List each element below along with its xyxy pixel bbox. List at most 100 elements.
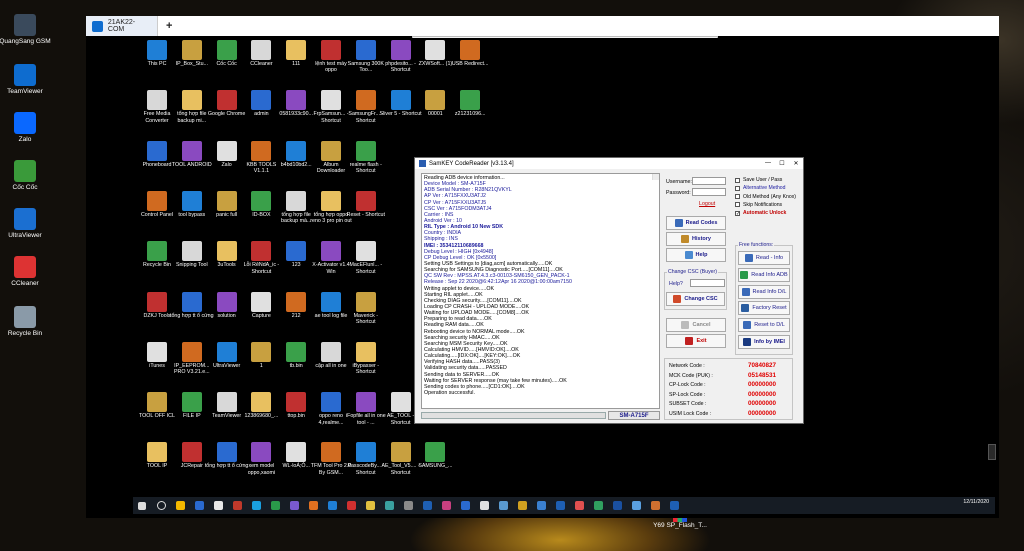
checkbox-old-method-any-knox[interactable]: Old Method (Any Knox) — [735, 194, 796, 200]
logout-link[interactable]: Logout — [699, 201, 715, 207]
code-value[interactable]: 70840827 — [748, 362, 776, 369]
code-label: USIM Lock Code : — [669, 411, 712, 417]
code-value[interactable]: 00000000 — [748, 400, 776, 407]
checkbox-save-user-pass[interactable]: Save User / Pass — [735, 177, 782, 183]
host-icon-zalo[interactable]: Zalo — [0, 112, 55, 144]
csc-field[interactable] — [690, 279, 725, 287]
exit-button[interactable]: Exit — [666, 334, 726, 348]
minimize-button[interactable]: — — [761, 160, 775, 167]
code-value[interactable]: 05148531 — [748, 372, 776, 379]
maximize-button[interactable]: ☐ — [775, 160, 789, 167]
teamviewer-icon — [14, 64, 36, 86]
taskbar-app-4[interactable] — [228, 499, 246, 512]
taskbar-app-14[interactable] — [418, 499, 436, 512]
checkbox-alternative-method[interactable]: Alternative Method — [735, 185, 785, 191]
host-icon-ccleaner[interactable]: CCleaner — [0, 256, 55, 288]
change-csc-label: Change CSC — [684, 296, 718, 302]
taskbar-app-27[interactable] — [665, 499, 683, 512]
taskbar-app-2[interactable] — [190, 499, 208, 512]
taskbar-app-17[interactable] — [475, 499, 493, 512]
free-factory-reset-button[interactable]: Factory Reset — [738, 301, 790, 316]
side-panel-toggle[interactable] — [988, 444, 996, 460]
change-csc-button[interactable]: Change CSC — [666, 292, 725, 306]
taskbar-app-1[interactable] — [171, 499, 189, 512]
desktop-icon-realme-flash-shortcut[interactable]: realme flash - Shortcut — [344, 140, 388, 175]
help-question[interactable]: Help? — [669, 281, 683, 287]
checkbox-box[interactable] — [735, 202, 740, 208]
desktop-icon-usb-redirect[interactable]: USB Redirect... — [448, 40, 492, 67]
taskbar-app-19[interactable] — [513, 499, 531, 512]
search-button[interactable] — [152, 499, 170, 512]
free-read-info-button[interactable]: Read - Info — [738, 251, 790, 265]
taskbar-app-11[interactable] — [361, 499, 379, 512]
history-button[interactable]: History — [666, 232, 726, 246]
session-tab[interactable]: 21AK22-COM — [86, 16, 158, 36]
taskbar-app-6[interactable] — [266, 499, 284, 512]
checkbox-box[interactable] — [735, 185, 740, 191]
taskbar-app-16[interactable] — [456, 499, 474, 512]
taskbar-app-9[interactable] — [323, 499, 341, 512]
host-icon-recycle-bin[interactable]: Recycle Bin — [0, 306, 55, 338]
taskbar-app-20[interactable] — [532, 499, 550, 512]
password-label: Password: — [666, 190, 691, 196]
taskbar-app-10[interactable] — [342, 499, 360, 512]
taskbar-app-21[interactable] — [551, 499, 569, 512]
host-icon-c-c-c-c[interactable]: Cốc Cốc — [0, 160, 55, 192]
checkbox-box[interactable]: ✓ — [735, 210, 740, 216]
free-reset-to-d-l-button[interactable]: Reset to D/L — [738, 318, 790, 333]
taskbar-app-3[interactable] — [209, 499, 227, 512]
username-field[interactable] — [692, 177, 726, 185]
z21231096-icon — [460, 90, 481, 111]
desktop-icon-z21231096[interactable]: z21231096... — [448, 90, 492, 117]
read-codes-icon — [674, 219, 683, 227]
start-button[interactable] — [133, 499, 151, 512]
host-icon-teamviewer[interactable]: TeamViewer — [0, 64, 55, 96]
taskbar-app-13[interactable] — [399, 499, 417, 512]
log-scrollbar[interactable] — [652, 174, 659, 181]
taskbar-app-7[interactable] — [285, 499, 303, 512]
free-function-label: Read Info ADB — [751, 271, 788, 278]
host-icon-label: QuangSang GSM — [0, 38, 51, 45]
free-read-info-adb-button[interactable]: Read Info ADB — [738, 267, 790, 282]
oppo-reno-4-realme-icon — [321, 392, 341, 413]
checkbox-box[interactable] — [735, 194, 740, 200]
taskbar-app-25[interactable] — [627, 499, 645, 512]
taskbar-app-icon — [365, 501, 375, 510]
taskbar-app-5[interactable] — [247, 499, 265, 512]
read-codes-button[interactable]: Read Codes — [666, 216, 726, 230]
code-value[interactable]: 00000000 — [748, 391, 776, 398]
checkbox-label: Alternative Method — [743, 185, 786, 192]
taskbar-app-18[interactable] — [494, 499, 512, 512]
taskbar-app-icon — [479, 501, 489, 510]
desktop-icon-ibypasser-shortcut[interactable]: iBypasser - Shortcut — [344, 341, 388, 376]
tool-bypass-icon — [181, 190, 202, 211]
taskbar-app-26[interactable] — [646, 499, 664, 512]
checkbox-automatic-unlock[interactable]: ✓ Automatic Unlock — [735, 210, 786, 216]
host-icon-ultraviewer[interactable]: UltraViewer — [0, 208, 55, 240]
new-tab-icon[interactable]: + — [166, 20, 172, 32]
code-value[interactable]: 00000000 — [748, 381, 776, 388]
taskbar-app-8[interactable] — [304, 499, 322, 512]
desktop-icon-maverick-shortcut[interactable]: Maverick - Shortcut — [344, 291, 388, 326]
password-field[interactable] — [692, 188, 726, 196]
taskbar-app-22[interactable] — [570, 499, 588, 512]
desktop-icon-maceflunl-shortcut[interactable]: MacEFlunl... - Shortcut — [344, 241, 388, 275]
free-info-by-imei-button[interactable]: Info by IMEI — [738, 335, 790, 349]
1-icon — [251, 341, 272, 362]
taskbar-app-15[interactable] — [437, 499, 455, 512]
cancel-button[interactable]: Cancel — [666, 318, 726, 332]
checkbox-box[interactable] — [735, 177, 740, 183]
host-icon-quangsang-gsm[interactable]: QuangSang GSM — [0, 14, 55, 46]
taskbar-app-12[interactable] — [380, 499, 398, 512]
samkey-log[interactable]: Reading ADB device information... Device … — [421, 173, 660, 409]
taskbar-app-24[interactable] — [608, 499, 626, 512]
desktop-icon-reset-shortcut[interactable]: Reset - Shortcut — [344, 190, 388, 218]
tray-date: 12/11/2020 — [963, 499, 989, 505]
desktop-icon-samsung[interactable]: SAMSUNG_... — [413, 442, 457, 469]
taskbar-app-23[interactable] — [589, 499, 607, 512]
help-button[interactable]: Help — [666, 248, 726, 262]
close-button[interactable]: ✕ — [789, 160, 803, 167]
code-value[interactable]: 00000000 — [748, 410, 776, 417]
checkbox-skip-notifications[interactable]: Skip Notifications — [735, 202, 782, 208]
free-read-info-d-l-button[interactable]: Read Info D/L — [738, 284, 790, 299]
